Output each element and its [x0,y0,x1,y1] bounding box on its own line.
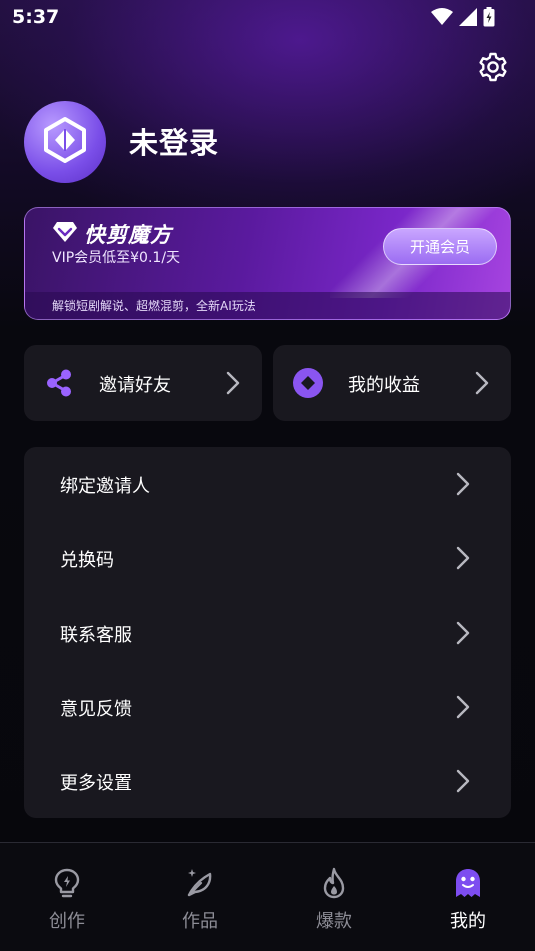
chevron-right-icon [475,371,489,399]
tab-create[interactable]: 创作 [17,843,117,943]
menu-item-label: 意见反馈 [60,699,132,720]
invite-friends-label: 邀请好友 [99,375,171,396]
bottom-tab-bar: 创作 作品 爆款 我的 [0,842,535,951]
username[interactable]: 未登录 [129,120,219,162]
settings-menu-list: 绑定邀请人 兑换码 联系客服 意见反馈 更多设置 [24,447,511,818]
vip-brand: 快剪魔方 [52,219,172,249]
gear-icon [477,51,509,87]
invite-friends-card[interactable]: 邀请好友 [24,345,262,421]
menu-item-contact-support[interactable]: 联系客服 [24,596,511,670]
chevron-right-icon [456,621,470,649]
feather-icon [184,867,216,899]
chevron-right-icon [226,371,240,399]
settings-button[interactable] [475,51,511,87]
tab-works[interactable]: 作品 [150,843,250,943]
tab-label: 创作 [49,911,85,932]
chevron-right-icon [456,546,470,574]
menu-item-label: 联系客服 [60,625,132,646]
menu-item-redeem-code[interactable]: 兑换码 [24,521,511,595]
chevron-right-icon [456,695,470,723]
tab-label: 作品 [182,911,218,932]
share-icon [43,367,75,399]
signal-icon [459,8,477,30]
vip-subtitle: VIP会员低至¥0.1/天 [52,250,181,266]
status-icons [431,7,495,31]
tab-label: 爆款 [316,911,352,932]
status-bar: 5:37 [0,0,535,36]
flame-icon [318,867,350,899]
tab-label: 我的 [450,911,486,932]
status-time: 5:37 [12,6,60,28]
wifi-icon [431,8,453,30]
vip-footer-text: 解锁短剧解说、超燃混剪，全新AI玩法 [25,292,510,319]
my-income-label: 我的收益 [348,375,420,396]
menu-item-bind-inviter[interactable]: 绑定邀请人 [24,447,511,521]
my-income-card[interactable]: 我的收益 [273,345,511,421]
bulb-icon [51,867,83,899]
avatar[interactable] [24,101,106,183]
battery-icon [483,7,495,31]
tab-trending[interactable]: 爆款 [284,843,384,943]
chevron-right-icon [456,472,470,500]
menu-item-label: 绑定邀请人 [60,476,150,497]
vip-brand-text: 快剪魔方 [84,223,172,247]
coin-icon [292,367,324,399]
open-vip-button[interactable]: 开通会员 [383,228,497,265]
menu-item-label: 更多设置 [60,773,132,794]
vip-banner[interactable]: 快剪魔方 VIP会员低至¥0.1/天 开通会员 解锁短剧解说、超燃混剪，全新AI… [24,207,511,320]
tab-mine[interactable]: 我的 [418,843,518,943]
ghost-icon [452,867,484,899]
menu-item-feedback[interactable]: 意见反馈 [24,670,511,744]
diamond-icon [52,221,78,247]
menu-item-label: 兑换码 [60,550,114,571]
menu-item-more-settings[interactable]: 更多设置 [24,744,511,818]
app-logo-icon [38,113,92,171]
chevron-right-icon [456,769,470,797]
